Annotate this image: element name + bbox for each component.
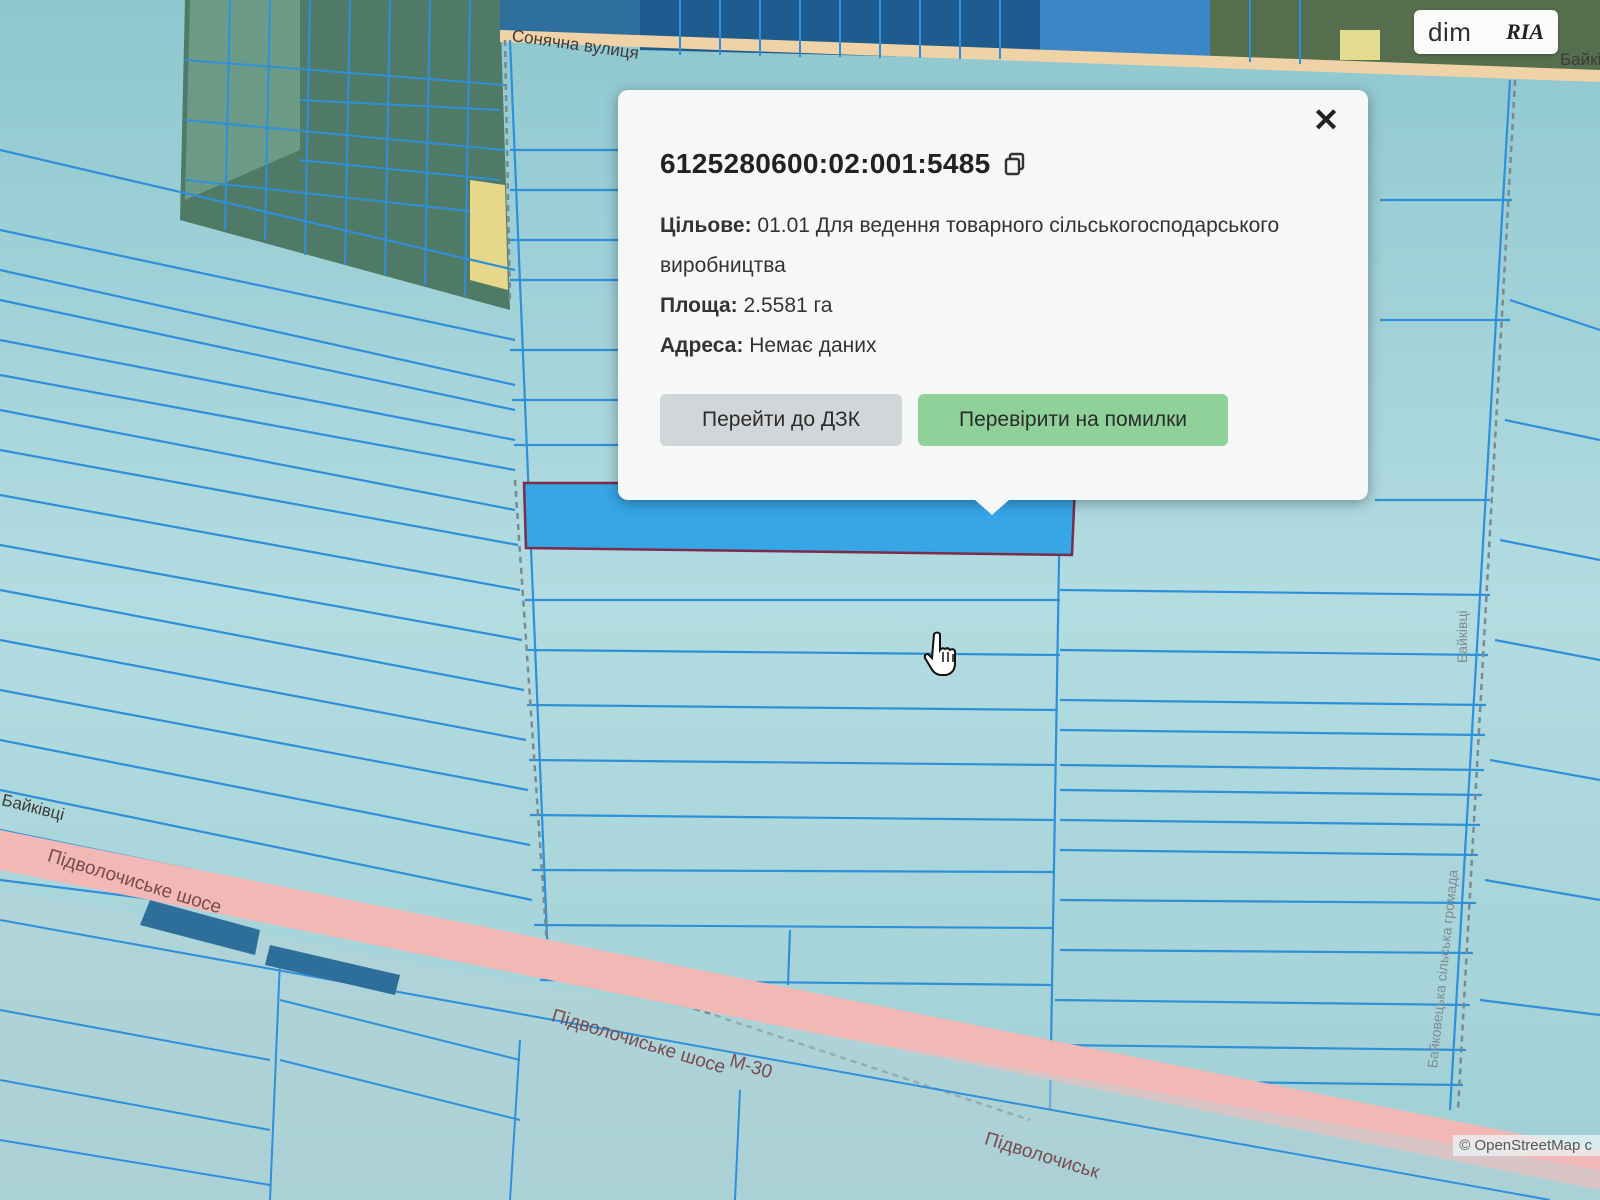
address-label: Адреса: xyxy=(660,334,744,357)
area-row: Площа: 2.5581 га xyxy=(660,286,1332,326)
address-row: Адреса: Немає даних xyxy=(660,326,1332,366)
go-to-dzk-button[interactable]: Перейти до ДЗК xyxy=(660,394,902,446)
check-errors-button[interactable]: Перевірити на помилки xyxy=(918,394,1228,446)
purpose-row: Цільове: 01.01 Для ведення товарного сіл… xyxy=(660,206,1332,286)
parcel-popup: ✕ 6125280600:02:001:5485 Цільове: 01.01 … xyxy=(618,90,1368,515)
close-icon[interactable]: ✕ xyxy=(1312,104,1340,136)
purpose-value: 01.01 Для ведення товарного сільськогосп… xyxy=(660,214,1280,277)
logo-ria-text: RIA xyxy=(1506,19,1544,44)
purpose-label: Цільове: xyxy=(660,214,752,237)
logo-dim-text: dim xyxy=(1428,16,1472,47)
popup-tip xyxy=(974,499,1010,515)
hand-cursor-icon xyxy=(923,631,956,676)
street-label-baikivtsi-top: Байківці xyxy=(1560,50,1600,69)
parcel-header: 6125280600:02:001:5485 xyxy=(660,148,1332,180)
area-label: Площа: xyxy=(660,294,738,317)
popup-buttons: Перейти до ДЗК Перевірити на помилки xyxy=(660,394,1228,446)
address-value: Немає даних xyxy=(749,334,877,357)
map-attribution[interactable]: © OpenStreetMap c xyxy=(1453,1135,1600,1156)
dim-ria-logo: dim RIA xyxy=(1414,10,1558,54)
street-label-baikivtsi-vertical: Байківці xyxy=(1454,610,1470,663)
cadastral-number: 6125280600:02:001:5485 xyxy=(660,148,991,179)
copy-icon[interactable] xyxy=(1004,152,1026,176)
area-value: 2.5581 га xyxy=(743,294,833,317)
parcel-info: Цільове: 01.01 Для ведення товарного сіл… xyxy=(660,206,1332,366)
